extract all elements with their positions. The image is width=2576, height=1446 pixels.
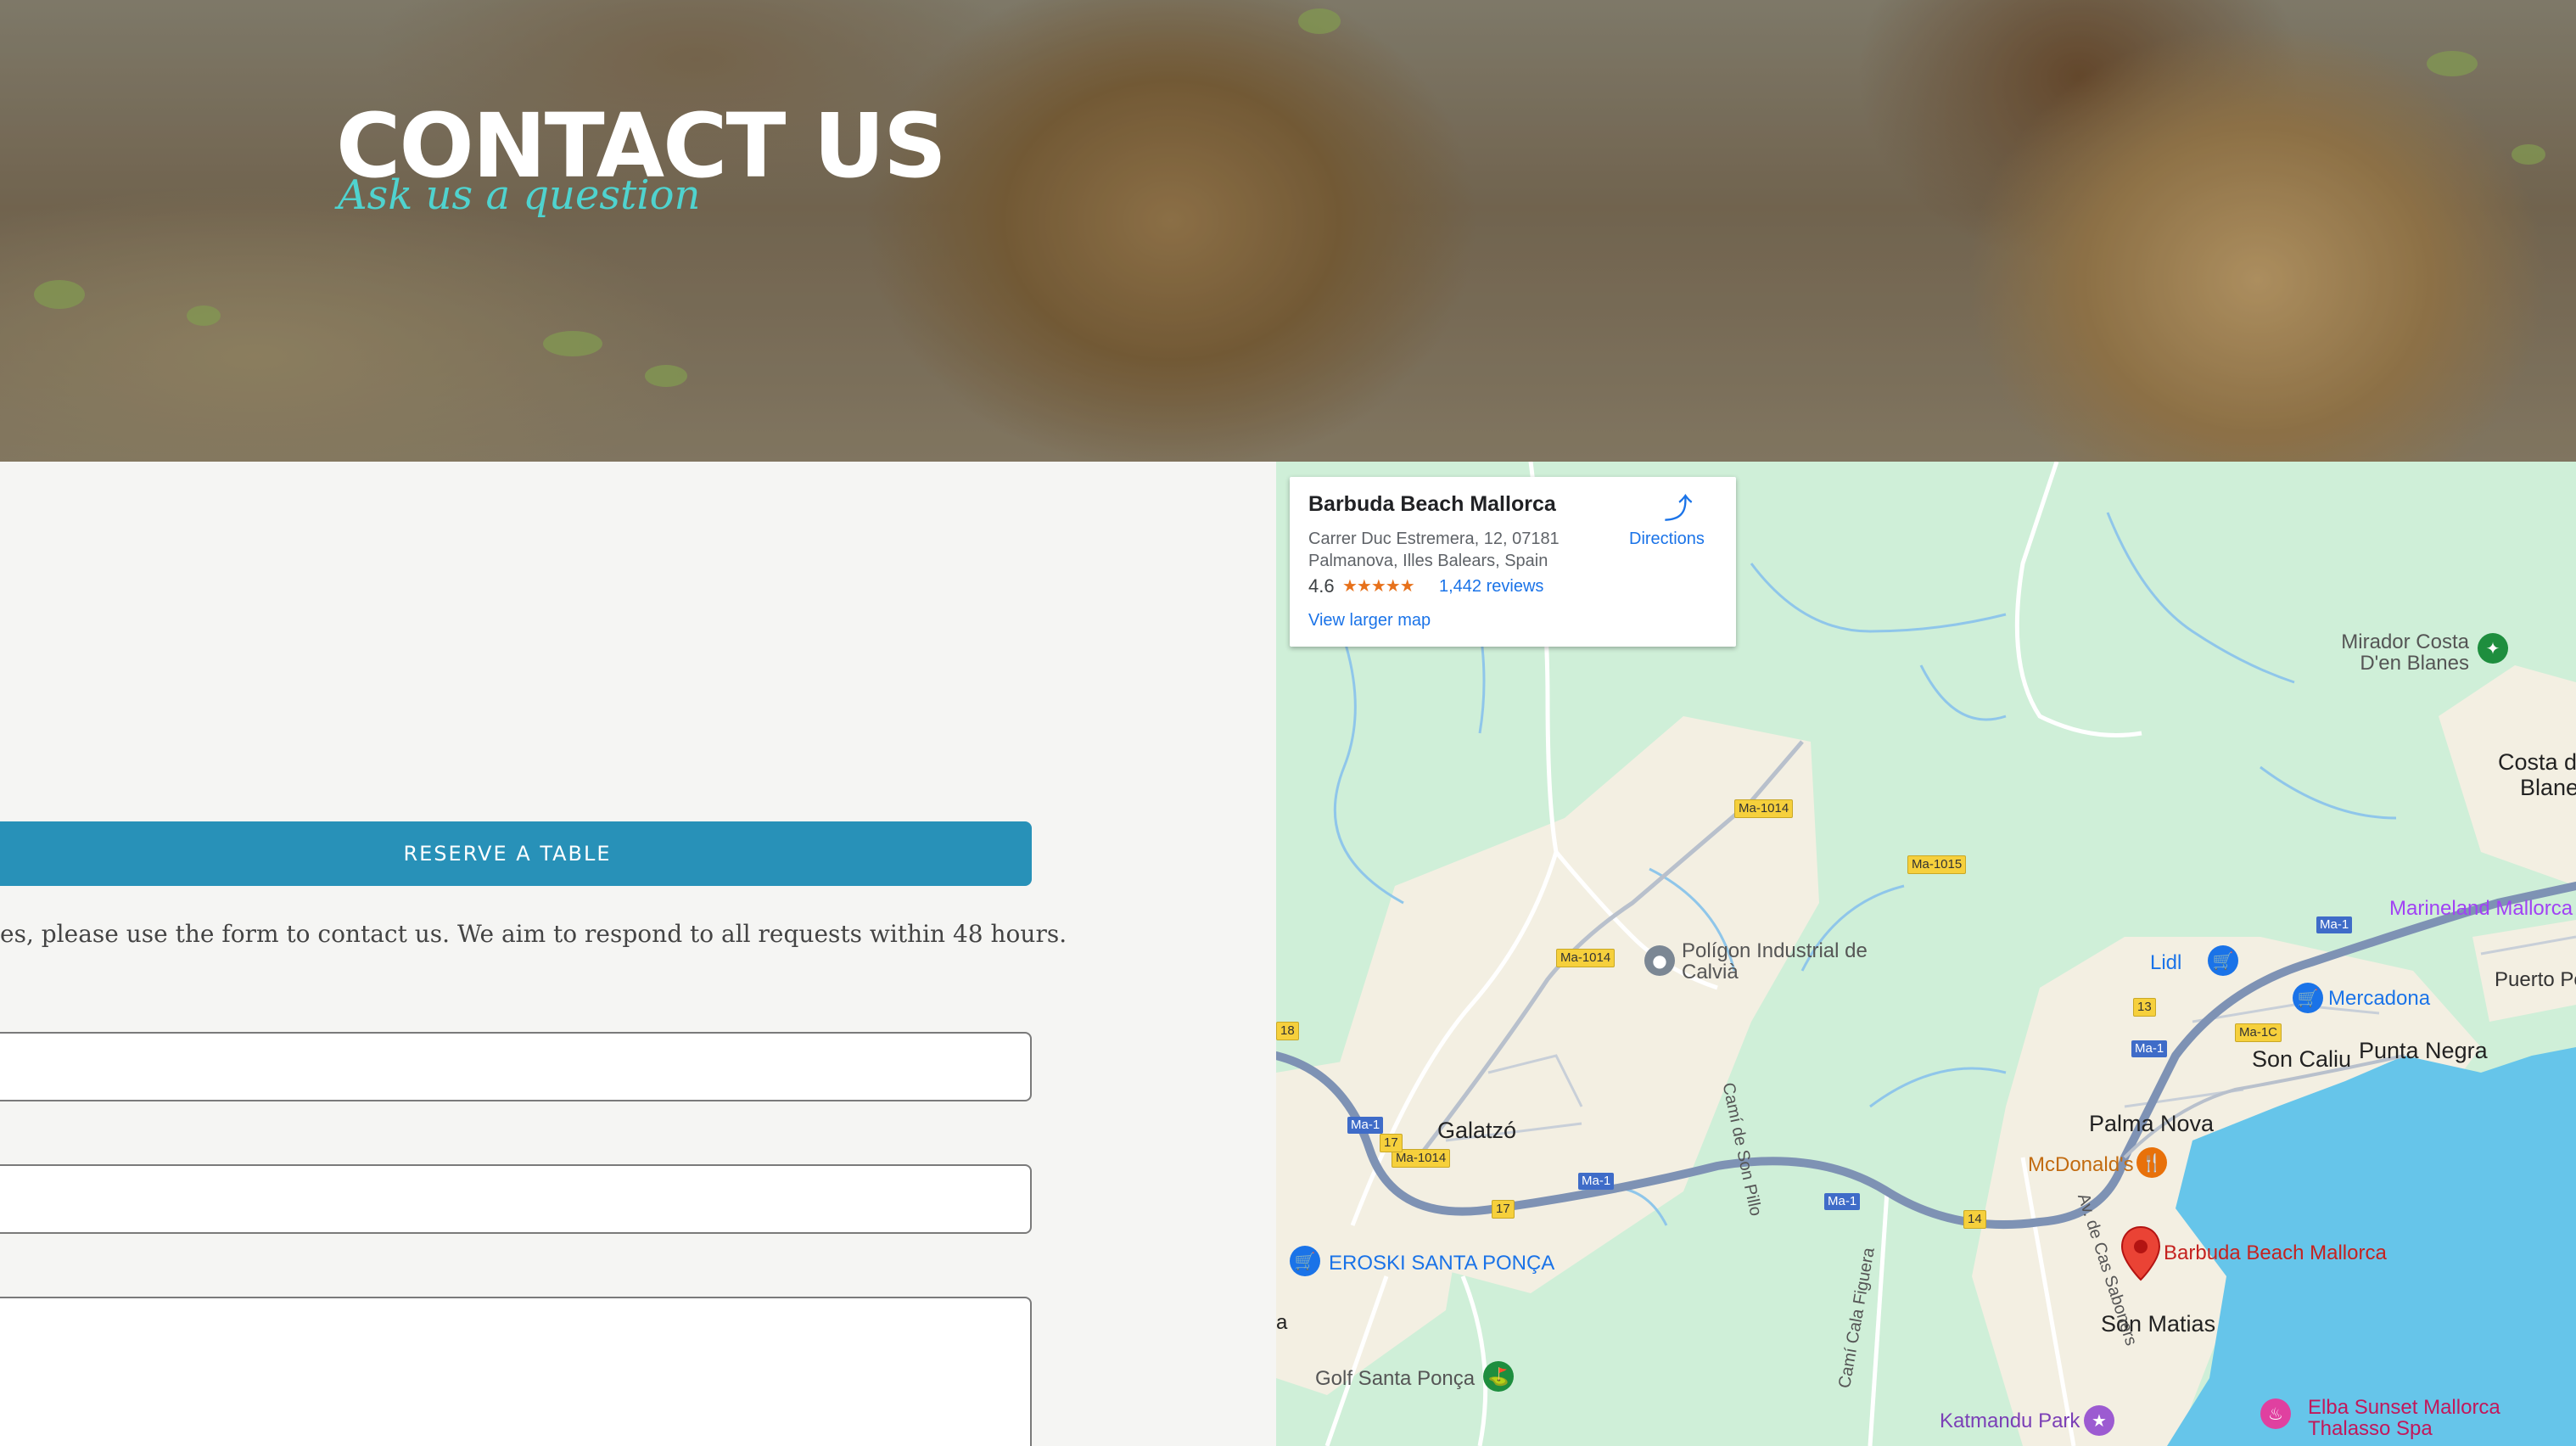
map-label[interactable]: Katmandu Park (1940, 1410, 2080, 1432)
google-map[interactable]: Ma-1014 Ma-1015 Ma-1014 Ma-1014 Ma-1 Ma-… (1276, 462, 2576, 1446)
map-label[interactable]: Costa d (2498, 750, 2576, 775)
page-subtitle: Ask us a question (338, 171, 701, 219)
road-shield: 18 (1276, 1022, 1299, 1040)
restaurant-icon[interactable]: 🍴 (2136, 1147, 2167, 1178)
map-label[interactable]: Golf Santa Ponça (1315, 1368, 1475, 1389)
rating-stars-icon: ★★★★★ (1342, 577, 1415, 596)
contact-intro-text: es, please use the form to contact us. W… (0, 920, 1067, 948)
location-pin-icon[interactable] (2120, 1225, 2162, 1281)
map-label[interactable]: Elba Sunset Mallorca Thalasso Spa (2308, 1397, 2520, 1440)
road-shield: Ma-1014 (1734, 799, 1794, 818)
map-label: a (1276, 1311, 1288, 1334)
shopping-cart-icon[interactable]: 🛒 (2293, 983, 2323, 1013)
industrial-area-icon[interactable]: ● (1644, 945, 1675, 976)
map-label[interactable]: Marineland Mallorca (2389, 898, 2573, 919)
contact-section: RESERVE A TABLE es, please use the form … (0, 462, 1276, 1446)
map-label[interactable]: Palma Nova (2089, 1112, 2214, 1136)
directions-link[interactable]: Directions (1629, 530, 1705, 549)
viewpoint-icon[interactable]: ✦ (2478, 633, 2508, 664)
map-label[interactable]: Polígon Industrial de Calvià (1682, 940, 1894, 984)
road-shield: Ma-1 (1578, 1173, 1615, 1190)
road-shield: 17 (1380, 1134, 1403, 1152)
map-label[interactable]: Lidl (2150, 952, 2181, 973)
spa-icon[interactable]: ♨ (2260, 1398, 2291, 1429)
road-shield: 17 (1492, 1200, 1515, 1219)
golf-icon[interactable]: ⛳ (1483, 1361, 1514, 1392)
road-shield: Ma-1C (2235, 1023, 2282, 1042)
address-line: Palmanova, Illes Balears, Spain (1308, 552, 1548, 570)
map-label[interactable]: Blane (2520, 776, 2576, 800)
road-shield: Ma-1014 (1556, 949, 1616, 967)
road-shield: Ma-1 (1347, 1117, 1384, 1134)
map-label[interactable]: Punta Negra (2359, 1039, 2488, 1063)
road-shield: Ma-1 (1824, 1193, 1861, 1210)
road-shield: Ma-1015 (1907, 855, 1967, 874)
road-shield: Ma-1 (2316, 916, 2353, 933)
message-field[interactable] (0, 1297, 1032, 1446)
road-shield: 14 (1963, 1210, 1986, 1229)
email-field[interactable] (0, 1164, 1032, 1234)
place-address: Carrer Duc Estremera, 12, 07181 Palmanov… (1308, 528, 1588, 572)
view-larger-map-link[interactable]: View larger map (1308, 611, 1431, 631)
place-info-card: Barbuda Beach Mallorca Carrer Duc Estrem… (1290, 477, 1736, 647)
map-label[interactable]: Mercadona (2328, 988, 2430, 1009)
map-label[interactable]: Galatzó (1437, 1118, 1516, 1143)
shopping-cart-icon[interactable]: 🛒 (2208, 945, 2238, 976)
name-field[interactable] (0, 1032, 1032, 1101)
address-line: Carrer Duc Estremera, 12, 07181 (1308, 530, 1560, 548)
map-label[interactable]: Mirador Costa D'en Blanes (2333, 631, 2469, 675)
rating-value: 4.6 (1308, 575, 1335, 597)
place-name: Barbuda Beach Mallorca (1308, 492, 1556, 516)
map-label[interactable]: Barbuda Beach Mallorca (2164, 1242, 2387, 1264)
hero-banner: CONTACT US Ask us a question (0, 0, 2576, 462)
map-label[interactable]: Puerto Po (2495, 969, 2576, 990)
map-label[interactable]: McDonald's (2028, 1154, 2134, 1175)
directions-icon[interactable]: ⤴ (1663, 494, 1694, 524)
map-label[interactable]: EROSKI SANTA PONÇA (1329, 1253, 1554, 1274)
hero-overlay (0, 0, 2576, 462)
map-label[interactable]: Son Caliu (2252, 1047, 2351, 1072)
reviews-link[interactable]: 1,442 reviews (1439, 577, 1543, 597)
theme-park-icon[interactable]: ★ (2084, 1405, 2114, 1436)
road-shield: 13 (2133, 998, 2156, 1017)
reserve-table-button[interactable]: RESERVE A TABLE (0, 821, 1032, 886)
shopping-cart-icon[interactable]: 🛒 (1290, 1246, 1320, 1276)
road-shield: Ma-1 (2131, 1040, 2168, 1057)
